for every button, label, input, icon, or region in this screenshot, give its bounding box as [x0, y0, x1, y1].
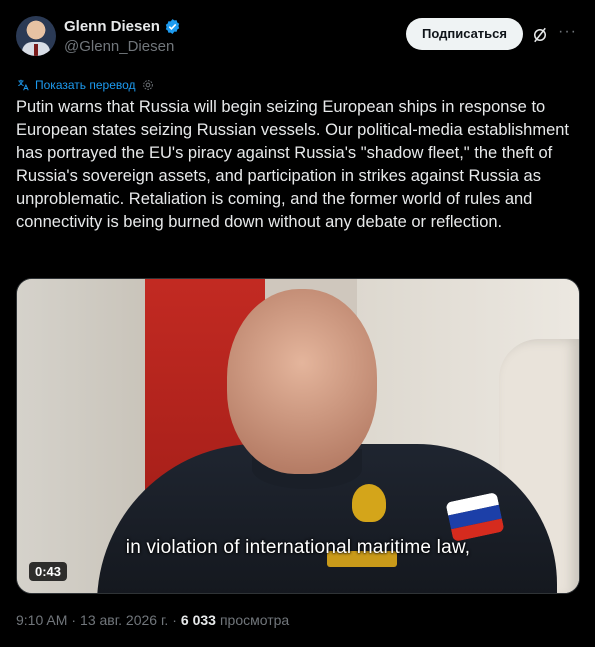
translate-row[interactable]: Показать перевод [16, 78, 155, 92]
tweet-meta: 9:10 AM · 13 авг. 2026 г. · 6 033 просмо… [16, 612, 289, 628]
gear-icon[interactable] [141, 78, 155, 92]
tweet-text: Putin warns that Russia will begin seizi… [16, 98, 570, 231]
name-row: Glenn Diesen [64, 18, 181, 35]
views-label: просмотра [219, 612, 290, 628]
grok-slash-icon[interactable] [531, 26, 549, 44]
video-player[interactable]: in violation of international maritime l… [16, 278, 580, 594]
video-gold-patch [352, 484, 386, 522]
translate-icon [18, 79, 29, 91]
post-date[interactable]: 13 авг. 2026 г. [80, 612, 168, 628]
verified-badge-icon [165, 19, 180, 34]
show-translation-link[interactable]: Показать перевод [35, 78, 136, 92]
more-icon[interactable]: ··· [558, 24, 577, 40]
views-count: 6 033 [180, 612, 216, 628]
video-duration: 0:43 [29, 562, 68, 581]
author-block[interactable]: Glenn Diesen @Glenn_Diesen [64, 18, 181, 55]
author-name[interactable]: Glenn Diesen [64, 18, 160, 35]
video-head [227, 289, 377, 474]
meta-separator: · [71, 612, 77, 628]
author-handle[interactable]: @Glenn_Diesen [64, 38, 181, 55]
post-time[interactable]: 9:10 AM [16, 612, 67, 628]
video-subtitle: in violation of international maritime l… [125, 537, 471, 558]
tweet-header: Glenn Diesen @Glenn_Diesen Подписаться ·… [16, 14, 581, 62]
meta-separator: · [172, 612, 177, 628]
avatar-tie [34, 44, 38, 56]
avatar[interactable] [16, 16, 56, 56]
subscribe-button[interactable]: Подписаться [405, 18, 523, 50]
